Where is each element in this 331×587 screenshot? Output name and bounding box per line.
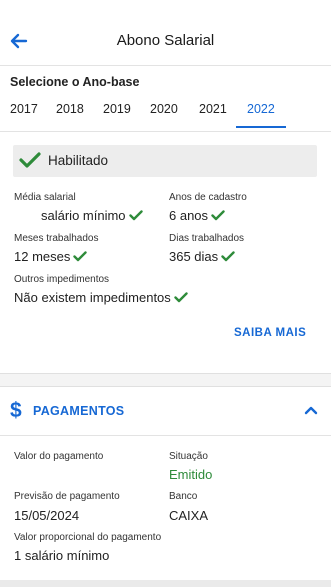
dollar-icon: $ [10, 399, 22, 422]
outros-impedimentos-value: Não existem impedimentos [14, 290, 188, 305]
tab-year-2021[interactable]: 2021 [199, 102, 227, 116]
tab-year-2017[interactable]: 2017 [10, 102, 38, 116]
status-text: Habilitado [48, 153, 109, 168]
valor-proporcional-label: Valor proporcional do pagamento [14, 532, 162, 543]
situacao-label: Situação [169, 451, 208, 462]
previsao-pagamento-value: 15/05/2024 [14, 508, 80, 523]
check-icon [174, 292, 188, 303]
year-tabs: 2017 2018 2019 2020 2021 2022 [0, 98, 331, 132]
tab-year-2019[interactable]: 2019 [103, 102, 131, 116]
media-salarial-label: Média salarial [14, 192, 76, 203]
tab-year-2018[interactable]: 2018 [56, 102, 84, 116]
anos-cadastro-label: Anos de cadastro [169, 192, 247, 203]
page-title: Abono Salarial [116, 32, 215, 49]
check-icon [128, 210, 143, 221]
previsao-pagamento-label: Previsão de pagamento [14, 491, 120, 502]
banco-label: Banco [169, 491, 198, 502]
anos-cadastro-value: 6 anos [169, 208, 225, 223]
app-header: Abono Salarial [0, 0, 331, 66]
meses-trabalhados-value: 12 meses [14, 249, 88, 264]
pagamentos-title: PAGAMENTOS [33, 404, 125, 418]
active-tab-indicator [236, 126, 286, 128]
saiba-mais-button[interactable]: SAIBA MAIS [234, 327, 306, 339]
banco-value: CAIXA [169, 508, 209, 523]
tab-year-2022[interactable]: 2022 [247, 102, 275, 116]
situacao-value: Emitido [169, 467, 213, 482]
chevron-up-icon[interactable] [304, 405, 318, 415]
status-badge: Habilitado [13, 145, 317, 177]
bottom-edge [0, 580, 331, 587]
valor-proporcional-value: 1 salário mínimo [14, 548, 110, 563]
meses-trabalhados-label: Meses trabalhados [14, 233, 99, 244]
dias-trabalhados-label: Dias trabalhados [169, 233, 245, 244]
tab-year-2020[interactable]: 2020 [150, 102, 178, 116]
year-selector-label: Selecione o Ano-base [10, 75, 140, 89]
section-divider [0, 373, 331, 387]
media-salarial-value: salário mínimo [41, 208, 143, 223]
check-icon [19, 152, 41, 168]
dias-trabalhados-value: 365 dias [169, 249, 235, 264]
check-icon [211, 210, 225, 221]
check-icon [221, 251, 235, 262]
pagamentos-section-header[interactable]: $ PAGAMENTOS [0, 388, 331, 436]
check-icon [73, 251, 88, 262]
outros-impedimentos-label: Outros impedimentos [14, 274, 110, 285]
valor-pagamento-label: Valor do pagamento [14, 451, 104, 462]
